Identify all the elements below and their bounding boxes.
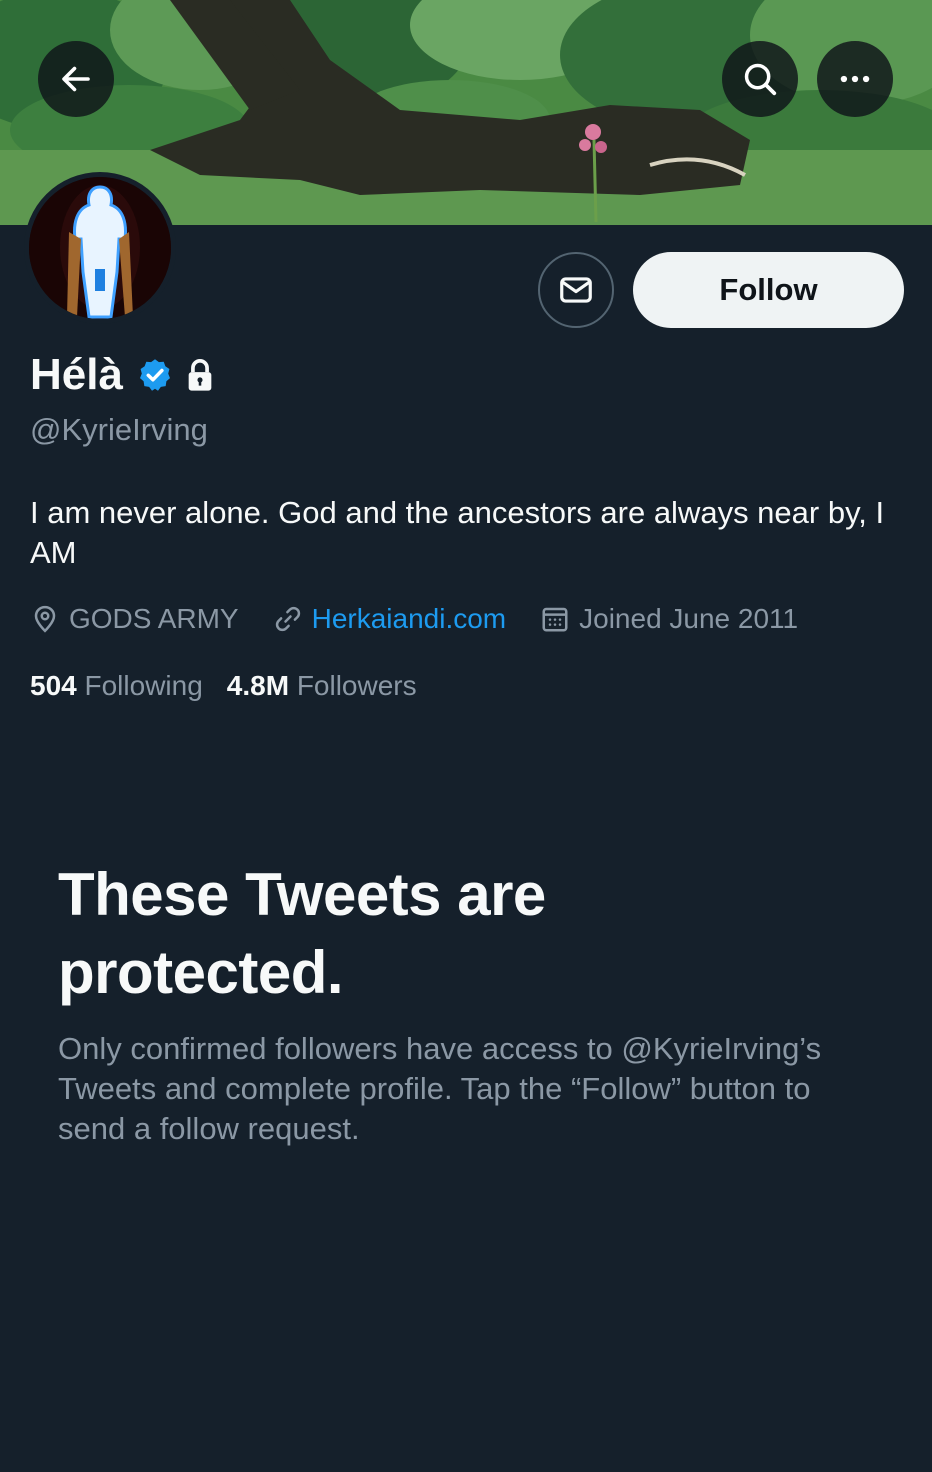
protected-lock-icon bbox=[185, 358, 215, 392]
link-icon bbox=[275, 606, 300, 632]
avatar-image bbox=[29, 177, 171, 319]
profile-name-row: Hélà bbox=[30, 348, 215, 402]
search-icon bbox=[744, 63, 777, 96]
display-name: Hélà bbox=[30, 350, 123, 399]
profile-handle: @KyrieIrving bbox=[30, 412, 208, 447]
profile-stats: 504 Following 4.8M Followers bbox=[30, 670, 441, 702]
following-stat[interactable]: 504 Following bbox=[30, 670, 203, 702]
search-button[interactable] bbox=[722, 41, 798, 117]
verified-badge-icon[interactable] bbox=[137, 357, 173, 393]
followers-count: 4.8M bbox=[226, 670, 290, 701]
protected-notice-title: These Tweets are protected. bbox=[58, 861, 546, 1006]
location-pin-icon bbox=[34, 605, 56, 633]
joined-text: Joined June 2011 bbox=[579, 603, 799, 634]
following-label: Following bbox=[84, 670, 203, 701]
more-options-button[interactable] bbox=[817, 41, 893, 117]
website-link[interactable]: Herkaiandi.com bbox=[312, 603, 507, 635]
arrow-left-icon bbox=[62, 66, 90, 92]
back-button[interactable] bbox=[38, 41, 114, 117]
follow-button[interactable]: Follow bbox=[633, 252, 904, 328]
envelope-icon bbox=[560, 277, 592, 303]
profile-meta: GODS ARMY Herkaiandi.com Joined June 201… bbox=[30, 600, 832, 638]
followers-stat[interactable]: 4.8M Followers bbox=[227, 670, 417, 702]
calendar-icon bbox=[542, 607, 568, 632]
location-text: GODS ARMY bbox=[69, 603, 239, 634]
following-count: 504 bbox=[30, 670, 77, 701]
location-item: GODS ARMY bbox=[30, 603, 239, 635]
website-item[interactable]: Herkaiandi.com bbox=[273, 603, 507, 635]
joined-item: Joined June 2011 bbox=[540, 603, 798, 635]
followers-label: Followers bbox=[296, 670, 417, 701]
more-horizontal-icon bbox=[840, 75, 870, 83]
protected-notice-body: Only confirmed followers have access to … bbox=[58, 1031, 822, 1146]
profile-bio: I am never alone. God and the ancestors … bbox=[30, 495, 885, 570]
profile-avatar[interactable] bbox=[24, 172, 176, 324]
message-button[interactable] bbox=[538, 252, 614, 328]
